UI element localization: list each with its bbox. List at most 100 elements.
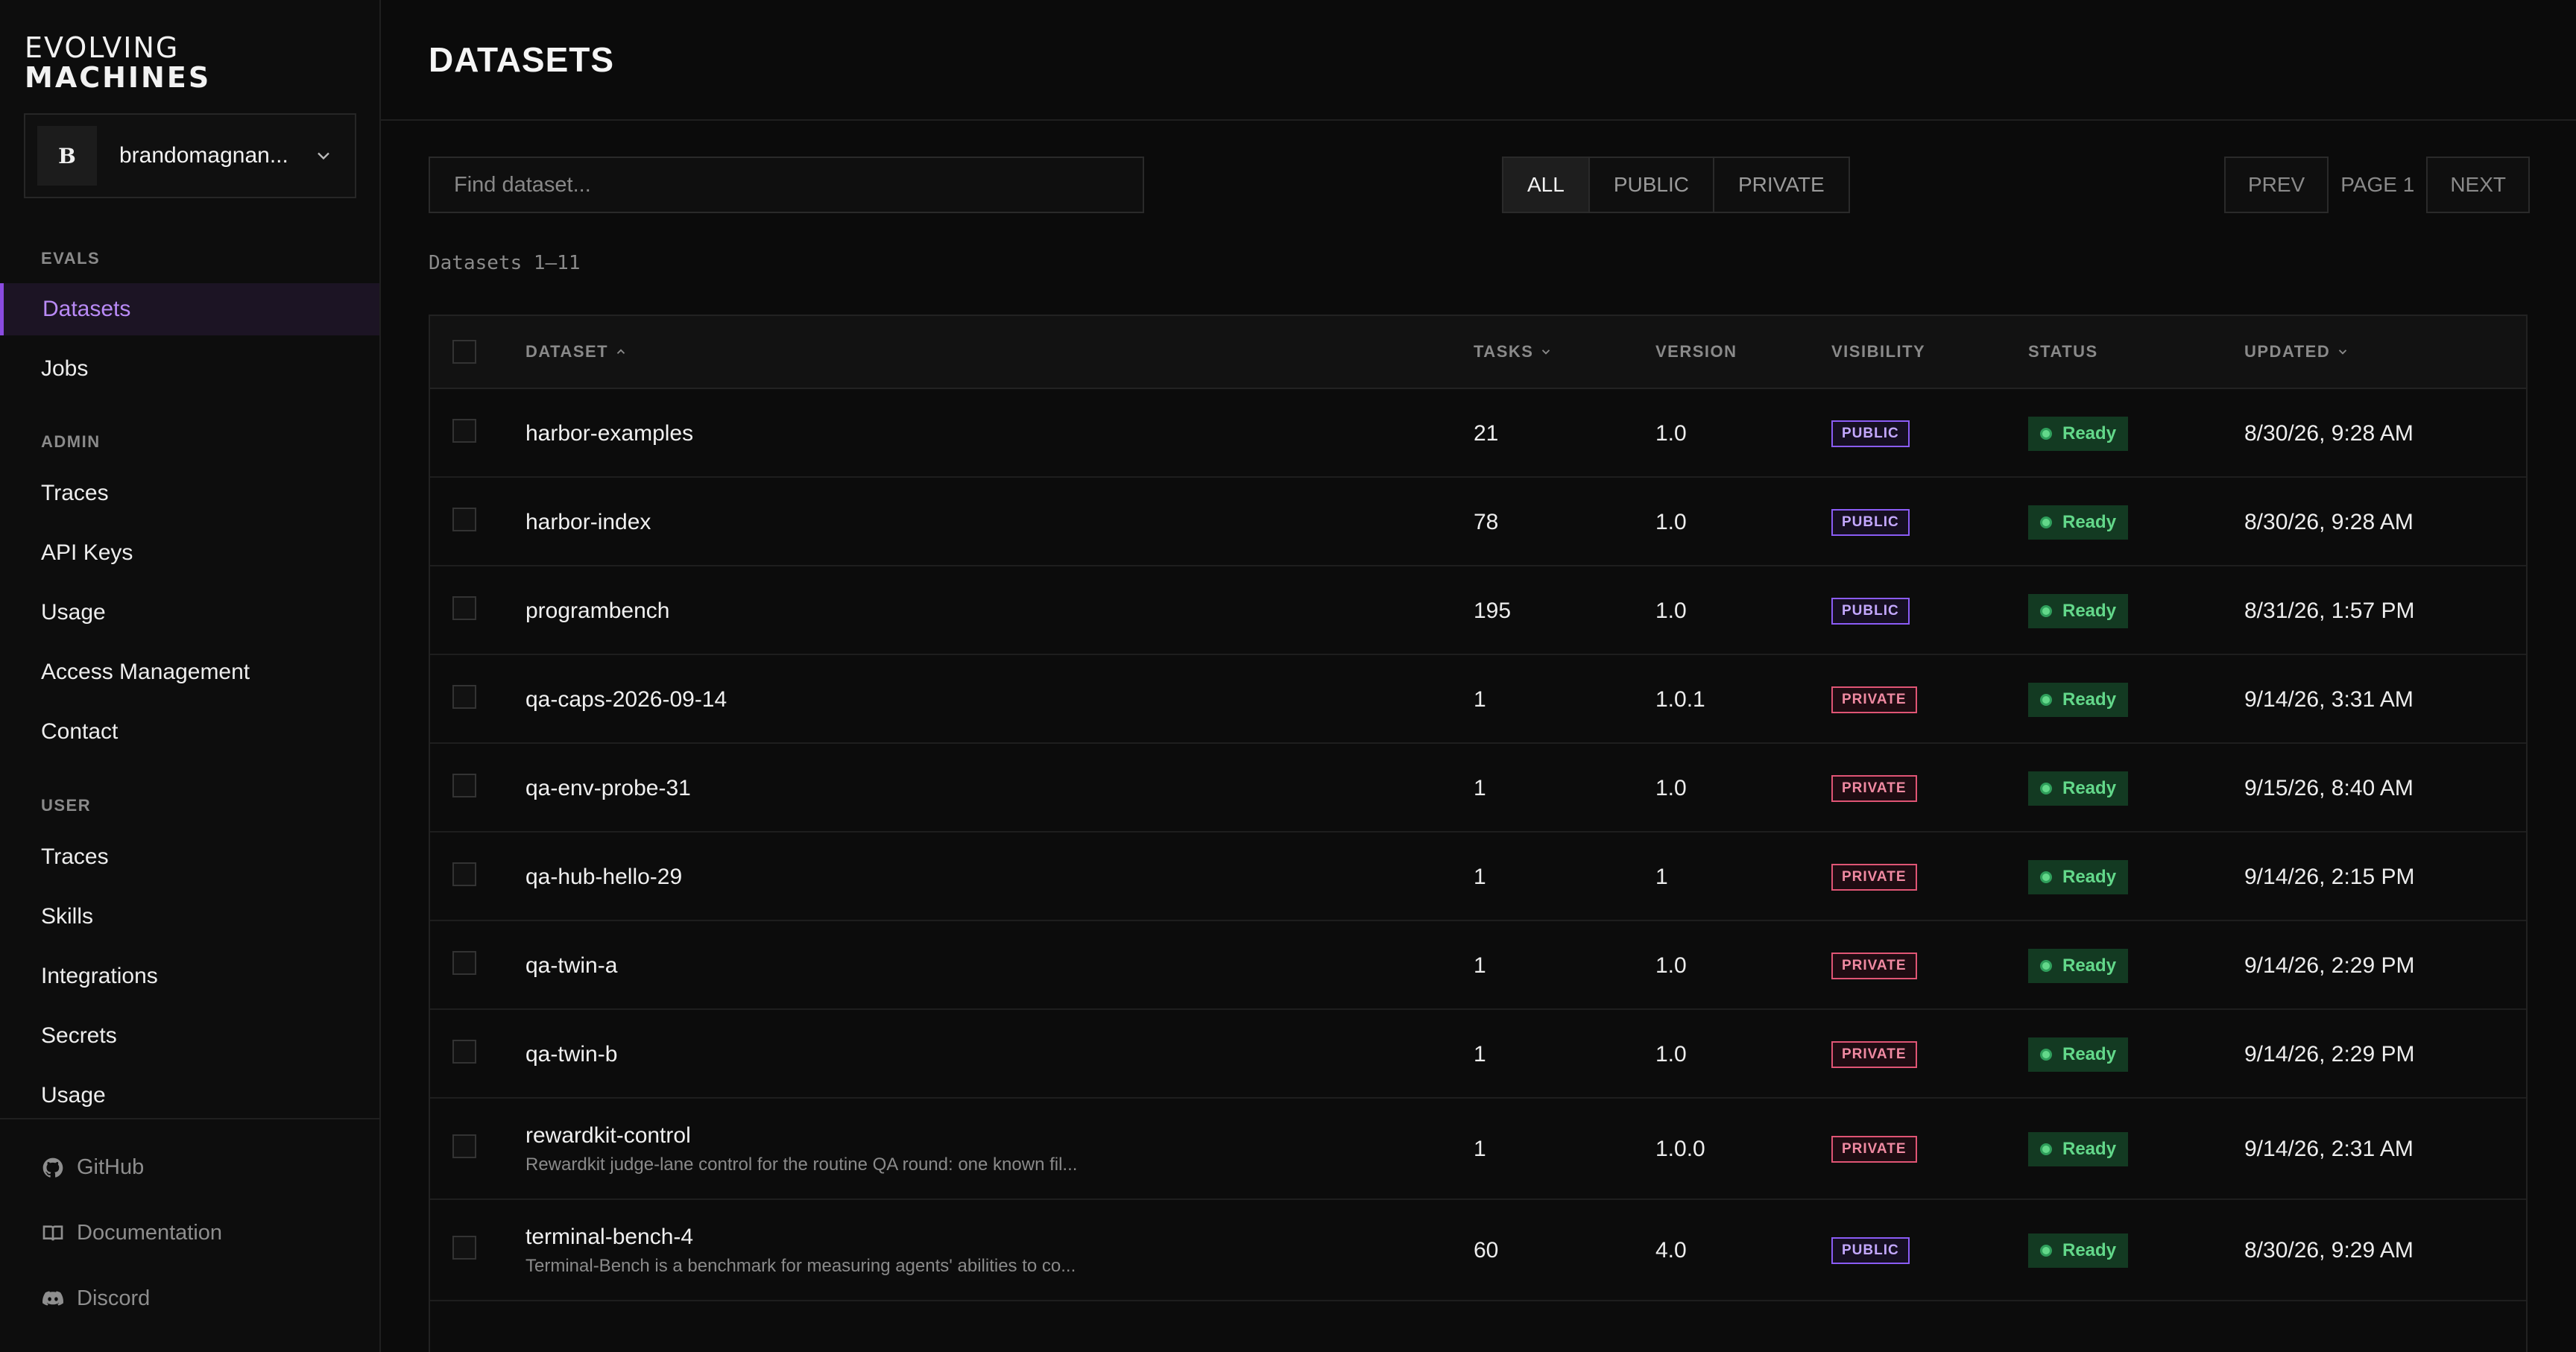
datasets-table: DATASET TASKS VERSION VISIBILITY STATUS … bbox=[429, 315, 2528, 1352]
row-checkbox[interactable] bbox=[452, 862, 476, 886]
chevron-down-icon bbox=[1542, 350, 1550, 355]
status-badge: Ready bbox=[2028, 859, 2129, 894]
sidebar-item-evals-jobs[interactable]: Jobs bbox=[0, 343, 379, 395]
dataset-description: Rewardkit judge-lane control for the rou… bbox=[525, 1154, 1078, 1175]
row-checkbox[interactable] bbox=[452, 596, 476, 620]
row-checkbox[interactable] bbox=[452, 951, 476, 975]
column-header-dataset[interactable]: DATASET bbox=[525, 316, 628, 388]
visibility-badge: PRIVATE bbox=[1831, 952, 1917, 979]
visibility-cell: PUBLIC bbox=[1831, 1200, 1910, 1301]
version-value: 4.0 bbox=[1655, 1238, 1687, 1263]
dataset-name[interactable]: qa-twin-b bbox=[525, 1042, 617, 1067]
dataset-name[interactable]: harbor-index bbox=[525, 510, 651, 535]
table-body: harbor-examples 21 1.0 PUBLIC Ready 8/30/26, … bbox=[430, 389, 2526, 1301]
footer-link-documentation[interactable]: Documentation bbox=[41, 1221, 222, 1245]
dataset-name[interactable]: programbench bbox=[525, 598, 669, 624]
sidebar-item-admin-traces[interactable]: Traces bbox=[0, 467, 379, 519]
sidebar-item-admin-usage[interactable]: Usage bbox=[0, 587, 379, 639]
sidebar: EVOLVING MACHINES B brandomagnan... EVAL… bbox=[0, 0, 381, 1352]
table-row[interactable]: harbor-examples 21 1.0 PUBLIC Ready 8/30/26, … bbox=[430, 389, 2526, 478]
table-row[interactable]: terminal-bench-4 Terminal-Bench is a benc… bbox=[430, 1200, 2526, 1301]
version-value: 1.0 bbox=[1655, 1041, 1687, 1067]
version-value: 1.0 bbox=[1655, 775, 1687, 800]
next-page-button[interactable]: NEXT bbox=[2426, 157, 2530, 213]
footer-link-github[interactable]: GitHub bbox=[41, 1155, 144, 1180]
table-row[interactable]: qa-env-probe-31 1 1.0 PRIVATE Ready 9/15/26, … bbox=[430, 744, 2526, 833]
status-label: Ready bbox=[2062, 866, 2117, 887]
chevron-down-icon bbox=[2339, 350, 2347, 355]
column-header-version[interactable]: VERSION bbox=[1655, 316, 1737, 388]
table-row[interactable]: rewardkit-control Rewardkit judge-lane co… bbox=[430, 1099, 2526, 1200]
sidebar-item-admin-access-management[interactable]: Access Management bbox=[0, 646, 379, 698]
row-checkbox[interactable] bbox=[452, 1134, 476, 1158]
dataset-name[interactable]: terminal-bench-4 bbox=[525, 1225, 693, 1250]
footer-link-discord[interactable]: Discord bbox=[41, 1286, 150, 1311]
filter-public[interactable]: PUBLIC bbox=[1589, 158, 1714, 212]
table-row[interactable]: qa-twin-b 1 1.0 PRIVATE Ready 9/14/26, 2:29 P… bbox=[430, 1010, 2526, 1099]
page-header: DATASETS bbox=[381, 0, 2576, 121]
row-checkbox[interactable] bbox=[452, 774, 476, 797]
dataset-name[interactable]: harbor-examples bbox=[525, 421, 693, 446]
status-dot-icon bbox=[2040, 871, 2052, 883]
sidebar-item-user-skills[interactable]: Skills bbox=[0, 891, 379, 943]
sidebar-item-user-usage[interactable]: Usage bbox=[0, 1070, 379, 1122]
tasks-count: 1 bbox=[1474, 1137, 1486, 1161]
filter-all[interactable]: ALL bbox=[1503, 158, 1590, 212]
column-header-label: UPDATED bbox=[2244, 342, 2331, 361]
row-checkbox[interactable] bbox=[452, 685, 476, 709]
column-header-status[interactable]: STATUS bbox=[2028, 316, 2098, 388]
table-row[interactable]: qa-hub-hello-29 1 1 PRIVATE Ready 9/14/26, 2:… bbox=[430, 833, 2526, 921]
sidebar-item-evals-datasets[interactable]: Datasets bbox=[0, 283, 379, 335]
status-badge: Ready bbox=[2028, 416, 2129, 451]
dataset-name[interactable]: rewardkit-control bbox=[525, 1123, 691, 1149]
sidebar-item-user-traces[interactable]: Traces bbox=[0, 831, 379, 883]
table-row[interactable]: qa-twin-a 1 1.0 PRIVATE Ready 9/14/26, 2:29 P… bbox=[430, 921, 2526, 1010]
tasks-count: 1 bbox=[1474, 953, 1486, 978]
row-checkbox[interactable] bbox=[452, 419, 476, 443]
column-header-visibility[interactable]: VISIBILITY bbox=[1831, 316, 1925, 388]
account-switcher[interactable]: B brandomagnan... bbox=[24, 113, 356, 198]
visibility-badge: PRIVATE bbox=[1831, 1136, 1917, 1163]
result-range: Datasets 1–11 bbox=[429, 252, 581, 274]
brand-logo[interactable]: EVOLVING MACHINES bbox=[25, 33, 211, 92]
dataset-name[interactable]: qa-env-probe-31 bbox=[525, 776, 691, 801]
status-badge: Ready bbox=[2028, 1037, 2129, 1072]
sidebar-item-admin-contact[interactable]: Contact bbox=[0, 706, 379, 758]
dataset-cell: qa-twin-a bbox=[525, 921, 617, 1010]
dataset-cell: qa-twin-b bbox=[525, 1010, 617, 1099]
footer-link-label: Documentation bbox=[77, 1221, 223, 1245]
table-row[interactable]: programbench 195 1.0 PUBLIC Ready 8/31/26, 1:… bbox=[430, 566, 2526, 655]
status-cell: Ready bbox=[2028, 1010, 2129, 1099]
row-checkbox[interactable] bbox=[452, 1040, 476, 1064]
footer-link-label: GitHub bbox=[77, 1155, 145, 1179]
visibility-badge: PUBLIC bbox=[1831, 1237, 1910, 1264]
dataset-name[interactable]: qa-caps-2026-09-14 bbox=[525, 687, 727, 713]
search-input[interactable] bbox=[429, 157, 1144, 213]
tasks-count: 1 bbox=[1474, 686, 1486, 712]
row-checkbox[interactable] bbox=[452, 508, 476, 531]
footer-link-label: Discord bbox=[77, 1286, 151, 1310]
version-value: 1.0.0 bbox=[1655, 1137, 1705, 1161]
sidebar-item-user-secrets[interactable]: Secrets bbox=[0, 1010, 379, 1062]
select-all-checkbox[interactable] bbox=[452, 340, 476, 364]
prev-page-button[interactable]: PREV bbox=[2223, 157, 2329, 213]
column-header-tasks[interactable]: TASKS bbox=[1474, 316, 1553, 388]
column-header-updated[interactable]: UPDATED bbox=[2244, 316, 2349, 388]
status-cell: Ready bbox=[2028, 478, 2129, 566]
dataset-name[interactable]: qa-twin-a bbox=[525, 953, 617, 979]
status-label: Ready bbox=[2062, 423, 2117, 443]
table-row[interactable]: qa-caps-2026-09-14 1 1.0.1 PRIVATE Ready 9/14… bbox=[430, 655, 2526, 744]
status-badge: Ready bbox=[2028, 505, 2129, 540]
version-value: 1.0 bbox=[1655, 953, 1687, 978]
dataset-description: Terminal-Bench is a benchmark for measur… bbox=[525, 1256, 1076, 1276]
filter-private[interactable]: PRIVATE bbox=[1714, 158, 1849, 212]
row-checkbox[interactable] bbox=[452, 1236, 476, 1260]
status-dot-icon bbox=[2040, 693, 2052, 706]
visibility-cell: PRIVATE bbox=[1831, 833, 1917, 921]
table-row[interactable]: harbor-index 78 1.0 PUBLIC Ready 8/30/26, 9:2… bbox=[430, 478, 2526, 566]
tasks-count: 60 bbox=[1474, 1238, 1499, 1263]
visibility-badge: PRIVATE bbox=[1831, 1040, 1917, 1068]
sidebar-item-user-integrations[interactable]: Integrations bbox=[0, 950, 379, 1002]
sidebar-item-admin-api-keys[interactable]: API Keys bbox=[0, 527, 379, 579]
dataset-name[interactable]: qa-hub-hello-29 bbox=[525, 865, 682, 890]
